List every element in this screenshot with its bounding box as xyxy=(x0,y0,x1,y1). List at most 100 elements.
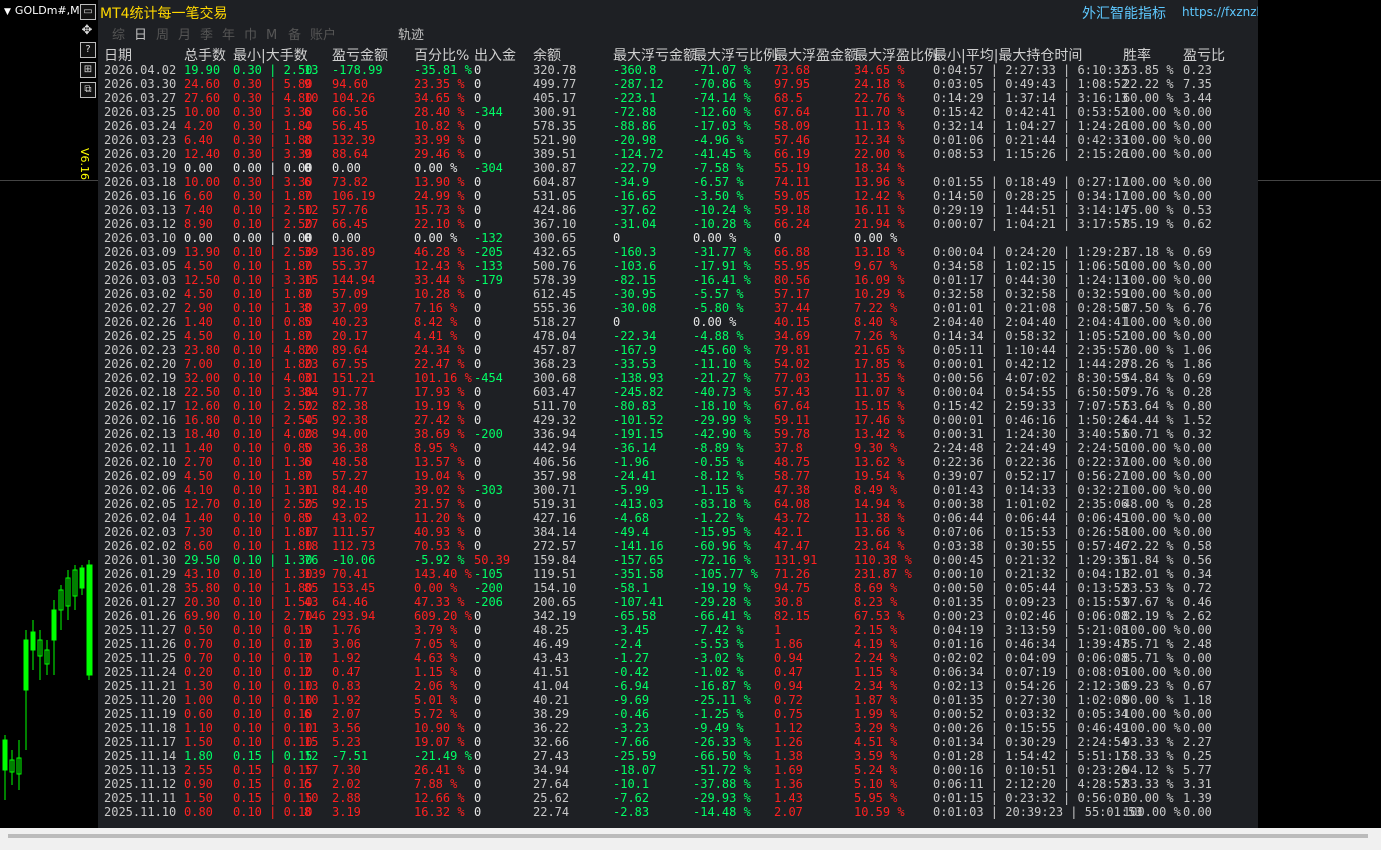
column-header-7[interactable]: 余额 xyxy=(533,45,561,64)
table-row[interactable]: 2026.03.10 0.00 0.00 | 0.00 0 0.00 0.00 % -132… xyxy=(98,231,1258,245)
help-icon[interactable]: ? xyxy=(80,42,96,58)
table-row[interactable]: 2025.11.26 0.70 0.10 | 0.10 7 3.06 7.05 % 0 46.… xyxy=(98,637,1258,651)
table-row[interactable]: 2025.11.24 0.20 0.10 | 0.10 2 0.47 1.15 % 0 41.… xyxy=(98,665,1258,679)
track-button[interactable]: 轨迹 xyxy=(398,24,424,43)
cell-col-11: 67.53 % xyxy=(854,609,905,623)
table-row[interactable]: 2025.11.12 0.90 0.15 | 0.15 6 2.02 7.88 % 0 27.… xyxy=(98,777,1258,791)
column-header-6[interactable]: 出入金 xyxy=(474,45,516,64)
column-header-1[interactable]: 总手数 xyxy=(184,45,226,64)
table-row[interactable]: 2026.01.26 69.90 0.10 | 2.70 146 293.94 609.2… xyxy=(98,609,1258,623)
toolbar-tab-6[interactable]: 巾 xyxy=(244,24,266,43)
cell-col-11: 231.87 % xyxy=(854,567,912,581)
table-row[interactable]: 2026.02.17 12.60 0.10 | 2.50 22 82.38 19.19 %… xyxy=(98,399,1258,413)
toolbar-tab-2[interactable]: 周 xyxy=(156,24,178,43)
table-row[interactable]: 2026.01.29 43.10 0.10 | 1.30 139 70.41 143.40… xyxy=(98,567,1258,581)
table-row[interactable]: 2026.03.23 6.40 0.30 | 1.80 8 132.39 33.99 % 0… xyxy=(98,133,1258,147)
table-row[interactable]: 2025.11.14 1.80 0.15 | 0.15 12 -7.51 -21.49 %… xyxy=(98,749,1258,763)
toolbar-tab-8[interactable]: 备 xyxy=(288,24,310,43)
column-header-5[interactable]: 百分比% xyxy=(414,45,469,64)
table-row[interactable]: 2026.03.24 4.20 0.30 | 1.80 4 56.45 10.82 % 0 5… xyxy=(98,119,1258,133)
table-row[interactable]: 2026.03.25 10.00 0.30 | 3.30 6 66.56 28.40 % -… xyxy=(98,105,1258,119)
table-row[interactable]: 2026.03.02 4.50 0.10 | 1.80 7 57.09 10.28 % 0 6… xyxy=(98,287,1258,301)
toolbar-tab-3[interactable]: 月 xyxy=(178,24,200,43)
table-row[interactable]: 2026.03.09 13.90 0.10 | 2.50 39 136.89 46.28 … xyxy=(98,245,1258,259)
table-row[interactable]: 2026.02.09 4.50 0.10 | 1.80 7 57.27 19.04 % 0 3… xyxy=(98,469,1258,483)
toolbar-tab-7[interactable]: M xyxy=(266,28,288,43)
table-row[interactable]: 2025.11.10 0.80 0.10 | 0.10 8 3.19 16.32 % 0 22… xyxy=(98,805,1258,819)
table-row[interactable]: 2026.03.19 0.00 0.00 | 0.00 0 0.00 0.00 % -304… xyxy=(98,161,1258,175)
table-row[interactable]: 2026.01.27 20.30 0.10 | 1.50 43 64.46 47.33 %… xyxy=(98,595,1258,609)
table-row[interactable]: 2026.03.30 24.60 0.30 | 5.80 9 94.60 23.35 % 0… xyxy=(98,77,1258,91)
table-row[interactable]: 2026.02.06 4.10 0.10 | 1.30 11 84.40 39.02 % -… xyxy=(98,483,1258,497)
toolbar-tab-0[interactable]: 综 xyxy=(112,24,134,43)
scroll-thumb[interactable] xyxy=(8,834,1368,838)
table-row[interactable]: 2026.02.27 2.90 0.10 | 1.30 8 37.09 7.16 % 0 55… xyxy=(98,301,1258,315)
table-row[interactable]: 2025.11.21 1.30 0.10 | 0.10 13 0.83 2.06 % 0 41… xyxy=(98,679,1258,693)
toolbar-tab-1[interactable]: 日 xyxy=(134,24,156,43)
table-row[interactable]: 2025.11.17 1.50 0.10 | 0.10 15 5.23 19.07 % 0 3… xyxy=(98,735,1258,749)
table-row[interactable]: 2026.03.18 10.00 0.30 | 3.30 6 73.82 13.90 % 0… xyxy=(98,175,1258,189)
table-row[interactable]: 2025.11.25 0.70 0.10 | 0.10 7 1.92 4.63 % 0 43.… xyxy=(98,651,1258,665)
toolbar-tab-9[interactable]: 账户 xyxy=(310,24,344,43)
table-row[interactable]: 2026.02.05 12.70 0.10 | 2.50 25 92.15 21.57 %… xyxy=(98,497,1258,511)
table-row[interactable]: 2026.03.12 8.90 0.10 | 2.50 27 66.45 22.10 % 0… xyxy=(98,217,1258,231)
site-name[interactable]: 外汇智能指标 xyxy=(1082,3,1166,23)
cell-col-0: 2026.03.18 xyxy=(104,175,177,189)
table-row[interactable]: 2026.02.18 22.50 0.10 | 3.30 84 91.77 17.93 %… xyxy=(98,385,1258,399)
table-row[interactable]: 2026.02.16 16.80 0.10 | 2.50 45 92.38 27.42 %… xyxy=(98,413,1258,427)
minimize-icon[interactable]: ▭ xyxy=(80,4,96,20)
column-header-0[interactable]: 日期 xyxy=(104,45,132,64)
horizontal-scrollbar[interactable] xyxy=(0,828,1381,850)
table-row[interactable]: 2026.03.20 12.40 0.30 | 3.30 9 88.64 29.46 % 0… xyxy=(98,147,1258,161)
column-header-13[interactable]: 胜率 xyxy=(1123,45,1151,64)
table-row[interactable]: 2026.02.25 4.50 0.10 | 1.80 7 20.17 4.41 % 0 47… xyxy=(98,329,1258,343)
table-row[interactable]: 2026.03.03 12.50 0.10 | 3.30 15 144.94 33.44 … xyxy=(98,273,1258,287)
toolbar-tab-5[interactable]: 年 xyxy=(222,24,244,43)
column-header-2[interactable]: 最小|大手数 xyxy=(233,45,308,64)
table-row[interactable]: 2026.03.05 4.50 0.10 | 1.80 7 55.37 12.43 % -1… xyxy=(98,259,1258,273)
table-row[interactable]: 2025.11.20 1.00 0.10 | 0.10 10 1.92 5.01 % 0 40… xyxy=(98,693,1258,707)
table-row[interactable]: 2025.11.27 0.50 0.10 | 0.10 5 1.76 3.79 % 0 48.… xyxy=(98,623,1258,637)
cell-col-11: 8.40 % xyxy=(854,315,898,329)
cell-col-10: 73.68 xyxy=(774,63,811,77)
settings-icon[interactable]: ⊞ xyxy=(80,62,96,78)
table-row[interactable]: 2025.11.19 0.60 0.10 | 0.10 6 2.07 5.72 % 0 38.… xyxy=(98,707,1258,721)
table-row[interactable]: 2026.03.16 6.60 0.30 | 1.80 7 106.19 24.99 % 0… xyxy=(98,189,1258,203)
table-row[interactable]: 2026.01.28 35.80 0.10 | 1.80 85 153.45 0.00 %… xyxy=(98,581,1258,595)
cell-col-10: 59.11 xyxy=(774,413,811,427)
table-row[interactable]: 2026.02.10 2.70 0.10 | 1.30 6 48.58 13.57 % 0 4… xyxy=(98,455,1258,469)
column-header-8[interactable]: 最大浮亏金额 xyxy=(613,45,697,64)
cell-col-10: 66.88 xyxy=(774,245,811,259)
table-row[interactable]: 2026.02.23 23.80 0.10 | 4.80 20 89.64 24.34 %… xyxy=(98,343,1258,357)
table-row[interactable]: 2026.02.19 32.00 0.10 | 4.00 31 151.21 101.16… xyxy=(98,371,1258,385)
column-header-10[interactable]: 最大浮盈金额 xyxy=(774,45,858,64)
table-row[interactable]: 2026.02.03 7.30 0.10 | 1.80 17 111.57 40.93 %… xyxy=(98,525,1258,539)
table-row[interactable]: 2026.04.02 19.90 0.30 | 2.50 13 -178.99 -35.8… xyxy=(98,63,1258,77)
column-header-9[interactable]: 最大浮亏比例 xyxy=(693,45,777,64)
restore-icon[interactable]: ⧉ xyxy=(80,82,96,98)
cell-col-4: 112.73 xyxy=(332,539,376,553)
cell-col-5: 19.04 % xyxy=(414,469,465,483)
column-header-12[interactable]: 最小|平均|最大持仓时间 xyxy=(933,45,1082,64)
cell-col-3: 7 xyxy=(304,189,312,203)
dropdown-arrow-icon[interactable]: ▼ xyxy=(4,7,11,17)
table-row[interactable]: 2026.01.30 29.50 0.10 | 1.30 76 -10.06 -5.92 … xyxy=(98,553,1258,567)
column-header-14[interactable]: 盈亏比 xyxy=(1183,45,1225,64)
site-url-link[interactable]: https://fxznzb.com/ xyxy=(1182,5,1258,19)
table-row[interactable]: 2026.02.26 1.40 0.10 | 0.80 5 40.23 8.42 % 0 51… xyxy=(98,315,1258,329)
cell-col-12: 0:32:58 | 0:32:58 | 0:32:59 xyxy=(933,287,1129,301)
table-row[interactable]: 2025.11.13 2.55 0.15 | 0.15 17 7.30 26.41 % 0 3… xyxy=(98,763,1258,777)
table-row[interactable]: 2026.02.02 8.60 0.10 | 1.80 18 112.73 70.53 %… xyxy=(98,539,1258,553)
table-row[interactable]: 2026.03.13 7.40 0.10 | 2.50 12 57.76 15.73 % 0… xyxy=(98,203,1258,217)
toolbar-tab-4[interactable]: 季 xyxy=(200,24,222,43)
move-icon[interactable]: ✥ xyxy=(80,24,94,38)
column-header-11[interactable]: 最大浮盈比例 xyxy=(854,45,938,64)
table-row[interactable]: 2026.02.04 1.40 0.10 | 0.80 5 43.02 11.20 % 0 4… xyxy=(98,511,1258,525)
table-row[interactable]: 2026.02.20 7.00 0.10 | 1.80 23 67.55 22.47 % 0… xyxy=(98,357,1258,371)
table-row[interactable]: 2025.11.18 1.10 0.10 | 0.10 11 3.56 10.90 % 0 3… xyxy=(98,721,1258,735)
table-row[interactable]: 2026.03.27 27.60 0.30 | 4.80 10 104.26 34.65 … xyxy=(98,91,1258,105)
table-row[interactable]: 2026.02.11 1.40 0.10 | 0.80 5 36.38 8.95 % 0 44… xyxy=(98,441,1258,455)
table-row[interactable]: 2026.02.13 18.40 0.10 | 4.00 28 94.00 38.69 %… xyxy=(98,427,1258,441)
table-row[interactable]: 2025.11.11 1.50 0.15 | 0.15 10 2.88 12.66 % 0 2… xyxy=(98,791,1258,805)
column-header-4[interactable]: 盈亏金额 xyxy=(332,45,388,64)
